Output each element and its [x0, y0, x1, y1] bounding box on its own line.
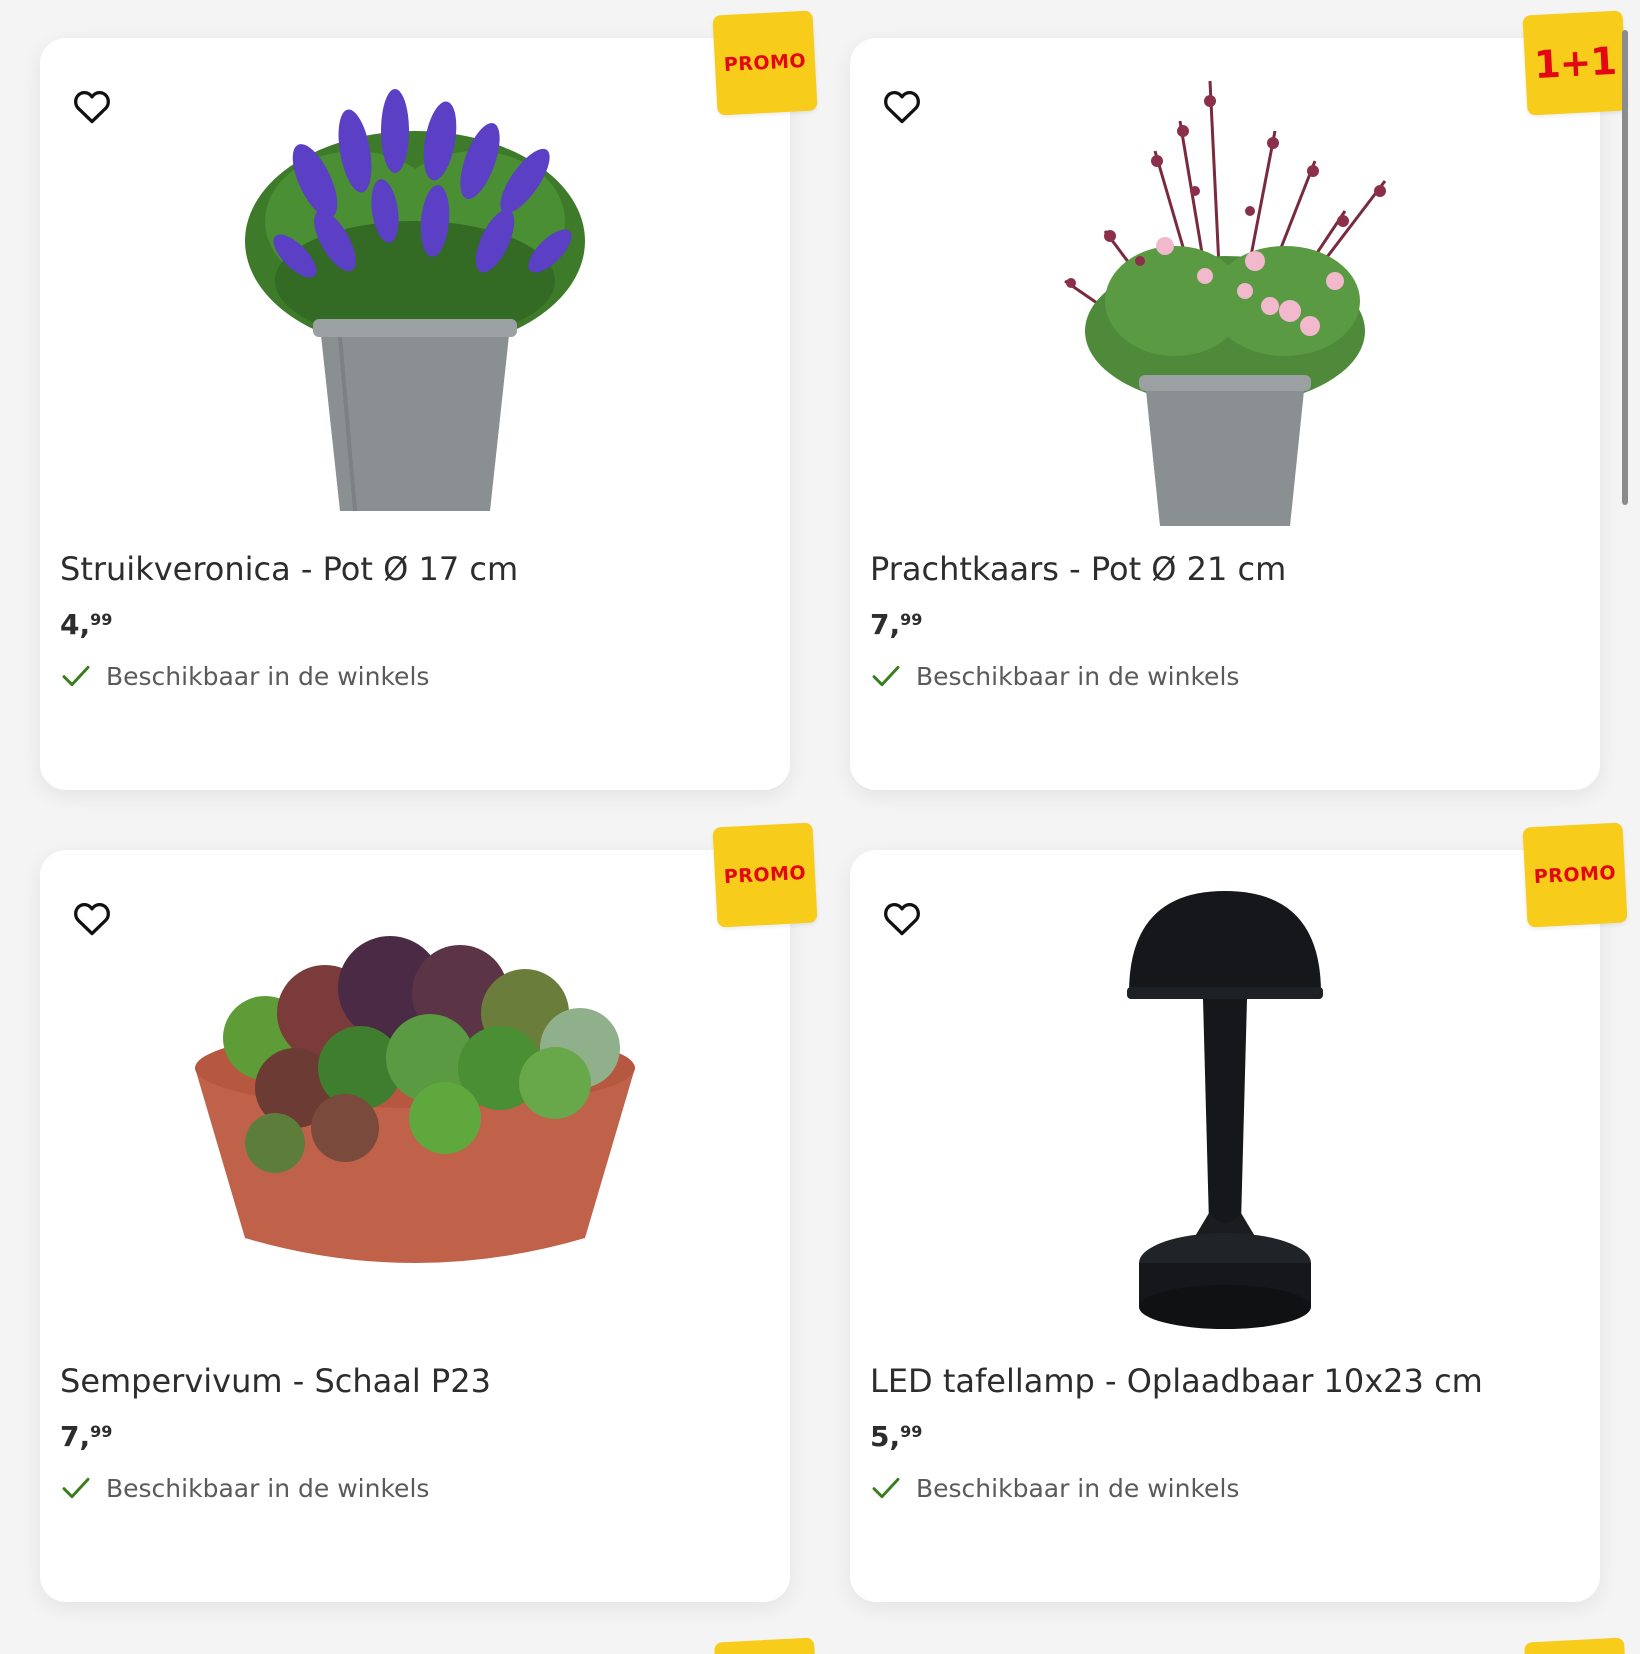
next-row-badge-peek	[714, 1637, 816, 1654]
availability-status: Beschikbaar in de winkels	[60, 1472, 429, 1504]
price-main: 4	[60, 608, 80, 641]
availability-label: Beschikbaar in de winkels	[106, 1473, 430, 1503]
one-plus-one-badge: 1+1	[1522, 10, 1628, 116]
check-icon	[62, 1477, 90, 1499]
product-card[interactable]: 1+1 Prachtkaars - Pot Ø 21 cm 7,99 Besch…	[850, 10, 1628, 790]
pink-flower-pot-image[interactable]	[970, 56, 1480, 536]
price-separator: ,	[889, 608, 901, 641]
product-grid: PROMO Struikveronica - Pot Ø 17 cm 4,99 …	[40, 10, 1628, 1602]
product-price: 5,99	[870, 1420, 922, 1453]
price-main: 5	[870, 1420, 890, 1453]
favorite-heart-icon[interactable]	[70, 896, 114, 940]
availability-status: Beschikbaar in de winkels	[870, 1472, 1239, 1504]
promo-badge: PROMO	[712, 10, 818, 116]
promo-badge: PROMO	[1522, 822, 1628, 928]
availability-label: Beschikbaar in de winkels	[916, 1473, 1240, 1503]
succulent-bowl-image[interactable]	[160, 868, 670, 1348]
scrollbar[interactable]	[1622, 30, 1628, 505]
product-title[interactable]: LED tafellamp - Oplaadbaar 10x23 cm	[870, 1362, 1483, 1400]
price-cents: 99	[900, 610, 923, 629]
price-cents: 99	[90, 1422, 113, 1441]
availability-status: Beschikbaar in de winkels	[60, 660, 429, 692]
price-cents: 99	[90, 610, 113, 629]
table-lamp-image[interactable]	[970, 868, 1480, 1348]
product-title[interactable]: Sempervivum - Schaal P23	[60, 1362, 491, 1400]
product-title[interactable]: Struikveronica - Pot Ø 17 cm	[60, 550, 518, 588]
product-grid-page: PROMO Struikveronica - Pot Ø 17 cm 4,99 …	[0, 0, 1640, 1654]
product-card[interactable]: PROMO LED tafellamp - Oplaadbaar 10x23 c…	[850, 822, 1628, 1602]
price-cents: 99	[900, 1422, 923, 1441]
availability-status: Beschikbaar in de winkels	[870, 660, 1239, 692]
product-title[interactable]: Prachtkaars - Pot Ø 21 cm	[870, 550, 1286, 588]
price-separator: ,	[79, 1420, 91, 1453]
price-main: 7	[870, 608, 890, 641]
product-card[interactable]: PROMO	[40, 10, 818, 790]
check-icon	[872, 1477, 900, 1499]
next-row-badge-peek	[1524, 1637, 1626, 1654]
price-main: 7	[60, 1420, 80, 1453]
product-price: 7,99	[60, 1420, 112, 1453]
product-card[interactable]: PROMO	[40, 822, 818, 1602]
favorite-heart-icon[interactable]	[70, 84, 114, 128]
check-icon	[872, 665, 900, 687]
check-icon	[62, 665, 90, 687]
favorite-heart-icon[interactable]	[880, 84, 924, 128]
favorite-heart-icon[interactable]	[880, 896, 924, 940]
product-price: 7,99	[870, 608, 922, 641]
product-price: 4,99	[60, 608, 112, 641]
availability-label: Beschikbaar in de winkels	[106, 661, 430, 691]
availability-label: Beschikbaar in de winkels	[916, 661, 1240, 691]
price-separator: ,	[79, 608, 91, 641]
price-separator: ,	[889, 1420, 901, 1453]
promo-badge: PROMO	[712, 822, 818, 928]
purple-flower-pot-image[interactable]	[160, 56, 670, 536]
